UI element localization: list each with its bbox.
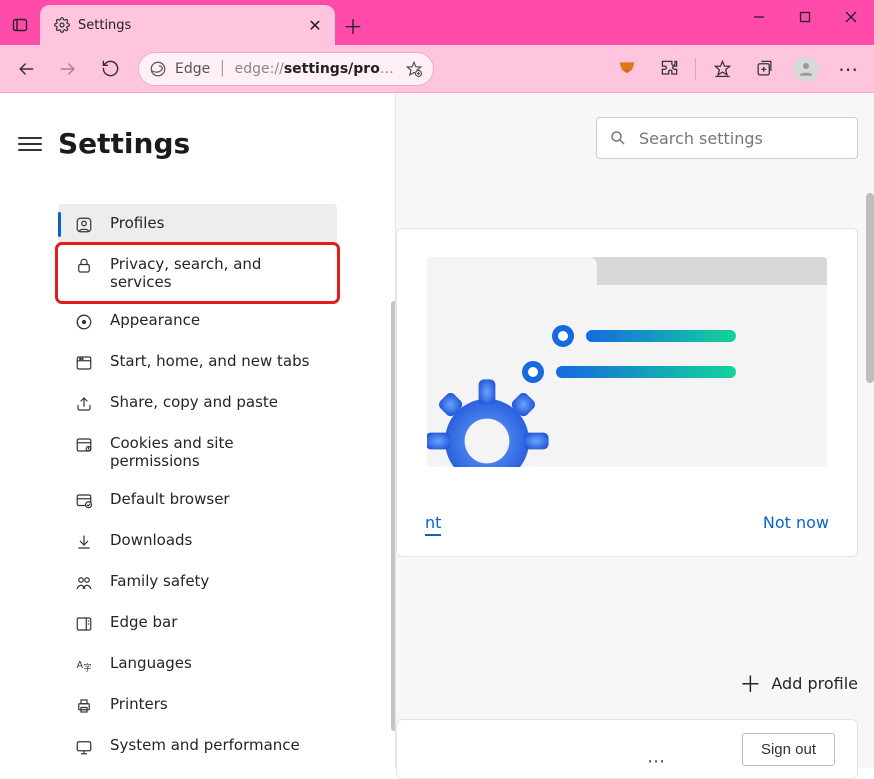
browser-tab-settings[interactable]: Settings ✕: [40, 5, 335, 45]
plus-icon: ＋: [739, 667, 761, 699]
nav-item-downloads[interactable]: Downloads: [58, 521, 337, 562]
content-area: Settings Profiles Privacy, search, and s…: [0, 93, 874, 768]
hamburger-menu-button[interactable]: [18, 133, 42, 155]
system-icon: [74, 737, 94, 757]
nav-label: Start, home, and new tabs: [110, 352, 309, 370]
forward-button[interactable]: [48, 49, 88, 89]
main-scrollbar[interactable]: [866, 193, 874, 383]
nav-item-privacy[interactable]: Privacy, search, and services: [58, 245, 337, 301]
profile-button[interactable]: [786, 49, 826, 89]
not-now-link[interactable]: Not now: [763, 513, 829, 536]
new-tab-button[interactable]: ＋: [335, 5, 371, 45]
collections-button[interactable]: [744, 49, 784, 89]
nav-item-appearance[interactable]: Appearance: [58, 301, 337, 342]
lock-icon: [74, 256, 94, 276]
tab-actions-button[interactable]: [0, 5, 40, 45]
cookie-icon: [74, 435, 94, 455]
settings-main-pane: Search settings: [395, 93, 874, 768]
minimize-button[interactable]: [736, 0, 782, 34]
sign-in-link[interactable]: nt: [425, 513, 441, 536]
profile-illustration: [427, 257, 827, 467]
back-button[interactable]: [6, 49, 46, 89]
nav-item-share[interactable]: Share, copy and paste: [58, 383, 337, 424]
refresh-button[interactable]: [90, 49, 130, 89]
toolbar-divider: [695, 58, 696, 80]
nav-item-printers[interactable]: Printers: [58, 685, 337, 726]
nav-item-default-browser[interactable]: Default browser: [58, 480, 337, 521]
browser-toolbar: Edge │ edge://settings/pro… ⋯: [0, 45, 874, 93]
nav-item-cookies[interactable]: Cookies and site permissions: [58, 424, 337, 480]
browser-check-icon: [74, 491, 94, 511]
nav-item-start[interactable]: Start, home, and new tabs: [58, 342, 337, 383]
profile-icon: [74, 215, 94, 235]
address-separator: │: [218, 61, 226, 77]
profile-card: ⋯ Sign out: [396, 719, 858, 779]
nav-item-system[interactable]: System and performance: [58, 726, 337, 767]
favorites-button[interactable]: [702, 49, 742, 89]
window-controls: [736, 0, 874, 34]
sign-out-button[interactable]: Sign out: [742, 733, 835, 766]
tab-title: Settings: [78, 18, 297, 33]
language-icon: A字: [74, 655, 94, 675]
tab-close-button[interactable]: ✕: [305, 15, 325, 35]
maximize-button[interactable]: [782, 0, 828, 34]
nav-label: Profiles: [110, 214, 164, 232]
address-url: edge://settings/pro…: [235, 61, 397, 77]
nav-label: Cookies and site permissions: [110, 434, 323, 470]
more-menu-button[interactable]: ⋯: [828, 49, 868, 89]
window-icon: [74, 353, 94, 373]
address-bar[interactable]: Edge │ edge://settings/pro…: [138, 52, 434, 86]
search-placeholder: Search settings: [639, 129, 763, 148]
printer-icon: [74, 696, 94, 716]
nav-item-languages[interactable]: A字 Languages: [58, 644, 337, 685]
profile-more-button[interactable]: ⋯: [647, 751, 667, 772]
tab-strip: Settings ✕ ＋: [0, 0, 371, 45]
svg-text:A: A: [77, 660, 84, 671]
nav-item-profiles[interactable]: Profiles: [58, 204, 337, 245]
nav-label: Family safety: [110, 572, 209, 590]
edge-logo-icon: [149, 60, 167, 78]
nav-label: Appearance: [110, 311, 200, 329]
nav-label: Printers: [110, 695, 168, 713]
profile-sync-card: nt Not now: [396, 228, 858, 557]
search-icon: [609, 129, 627, 147]
nav-label: Default browser: [110, 490, 230, 508]
page-title: Settings: [58, 127, 190, 160]
favorite-add-icon[interactable]: [405, 60, 423, 78]
nav-label: Languages: [110, 654, 192, 672]
nav-label: Share, copy and paste: [110, 393, 278, 411]
settings-nav: Profiles Privacy, search, and services A…: [58, 204, 337, 767]
sidebar-icon: [74, 614, 94, 634]
family-icon: [74, 573, 94, 593]
extension-metamask-icon[interactable]: [607, 49, 647, 89]
share-icon: [74, 394, 94, 414]
settings-search-input[interactable]: Search settings: [596, 117, 858, 159]
nav-label: Edge bar: [110, 613, 177, 631]
nav-label: Downloads: [110, 531, 192, 549]
close-window-button[interactable]: [828, 0, 874, 34]
svg-text:字: 字: [83, 662, 91, 672]
nav-label: Privacy, search, and services: [110, 255, 323, 291]
window-titlebar: Settings ✕ ＋: [0, 0, 874, 45]
add-profile-button[interactable]: ＋ Add profile: [739, 667, 858, 699]
settings-sidebar: Settings Profiles Privacy, search, and s…: [0, 93, 395, 768]
gear-icon: [54, 17, 70, 33]
nav-item-edge-bar[interactable]: Edge bar: [58, 603, 337, 644]
nav-item-family[interactable]: Family safety: [58, 562, 337, 603]
download-icon: [74, 532, 94, 552]
avatar-icon: [793, 56, 819, 82]
nav-label: System and performance: [110, 736, 300, 754]
address-product-label: Edge: [175, 61, 210, 77]
extensions-button[interactable]: [649, 49, 689, 89]
add-profile-label: Add profile: [771, 674, 858, 693]
brush-icon: [74, 312, 94, 332]
